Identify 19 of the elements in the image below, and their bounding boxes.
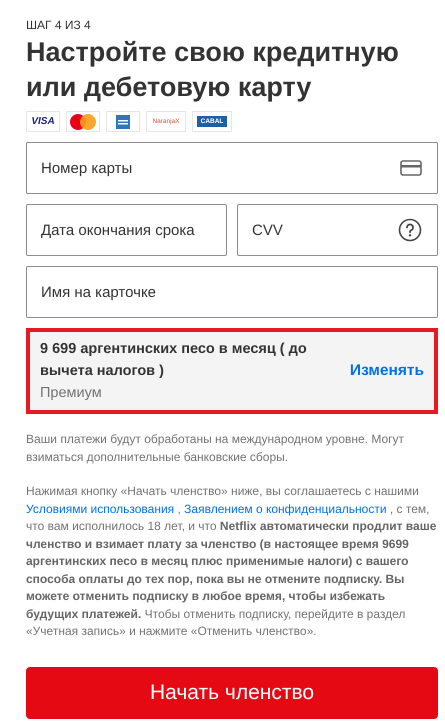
plan-name: Премиум xyxy=(40,384,103,403)
page-title: Настройте свою кредитную или дебетовую карту xyxy=(26,36,400,104)
card-logo: VISA xyxy=(26,111,60,132)
input-field[interactable]: Имя на карточке xyxy=(26,266,438,318)
terms-link[interactable]: Условиями использования xyxy=(26,502,174,516)
payment-note: Ваши платежи будут обработаны на международном уровне. Могут взиматься дополнительные банковские сборы. xyxy=(26,431,406,466)
input-field[interactable]: Дата окончания срока xyxy=(26,204,227,256)
help-icon[interactable] xyxy=(398,218,422,242)
credit-card-icon xyxy=(400,160,422,176)
input-field[interactable]: CVV xyxy=(237,204,438,256)
change-link[interactable]: Изменять xyxy=(350,362,424,380)
card-logo-icon xyxy=(116,114,130,128)
input-field[interactable]: Номер карты xyxy=(26,142,438,194)
terms-text: Нажимая кнопку «Начать членство» ниже, вы соглашаетесь с нашими Условиями использования , Заявлением о конфиденциальности , с тем, что вам исполнилось 18 лет, и что Netflix автоматически продлит ваше членство и взимает плату за членство (в настоящее время 9699 аргентинских песо в месяц плюс применимые налоги) с вашего способа оплаты до тех пор, пока вы не отмените подписку. Вы можете отменить подписку в любое время, чтобы избежать будущих платежей. Чтобы отменить подписку, перейдите в раздел «Учетная запись» и нажмите «Отменить членство». xyxy=(26,483,438,640)
start-membership-button[interactable]: Начать членство xyxy=(26,666,438,718)
step-label: ШАГ 4 ИЗ 4 xyxy=(26,17,92,33)
terms-link[interactable]: Заявлением о конфиденциальности xyxy=(184,502,387,516)
plan-price: 9 699 аргентинских песо в месяц ( до вычета налогов ) xyxy=(40,340,308,381)
overlapping-circles-icon xyxy=(70,114,96,130)
